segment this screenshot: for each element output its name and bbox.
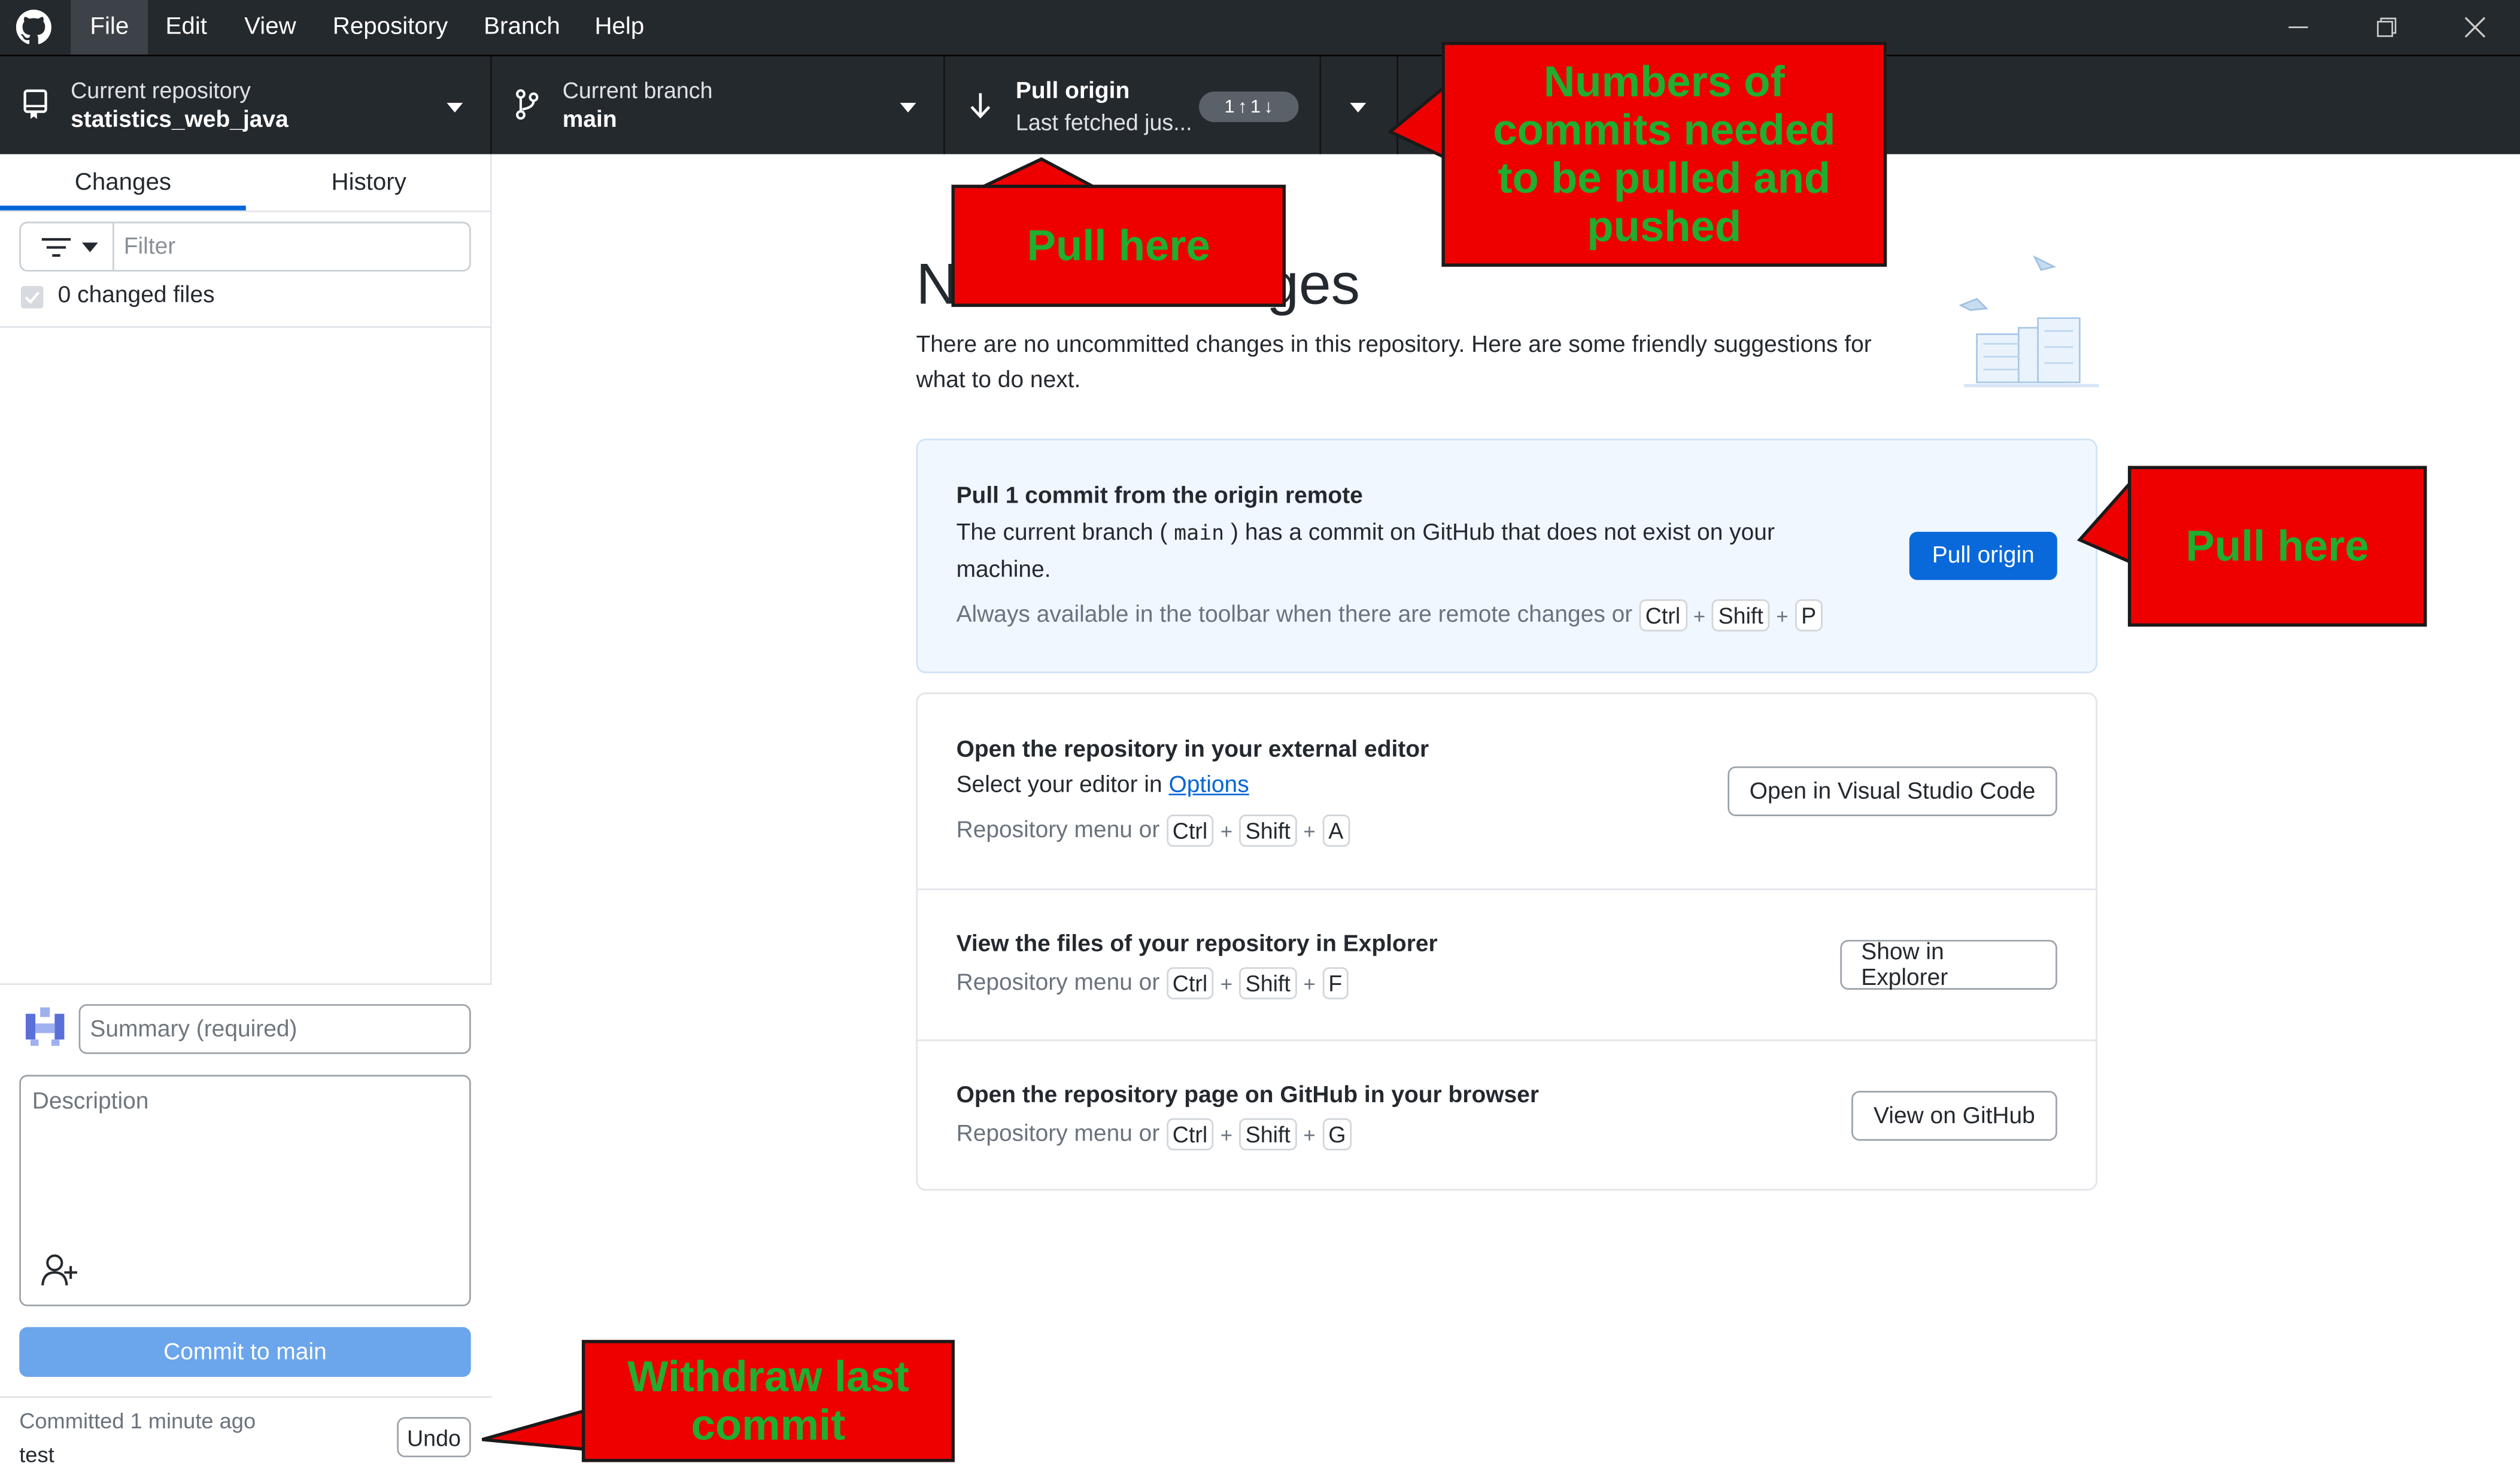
- pointer-pull-button: [2076, 478, 2133, 565]
- callout-pull-here-toolbar: Pull here: [951, 184, 1286, 307]
- github-desktop-window: File Edit View Repository Branch Help Cu…: [0, 0, 2520, 1481]
- pointer-pull-toolbar: [983, 157, 1094, 188]
- callout-pull-here-button: Pull here: [2127, 466, 2427, 627]
- callout-commit-numbers: Numbers of commits needed to be pulled a…: [1441, 41, 1887, 267]
- callout-withdraw-commit: Withdraw last commit: [581, 1340, 955, 1462]
- pointer-withdraw: [481, 1408, 587, 1451]
- pointer-numbers: [1387, 83, 1447, 160]
